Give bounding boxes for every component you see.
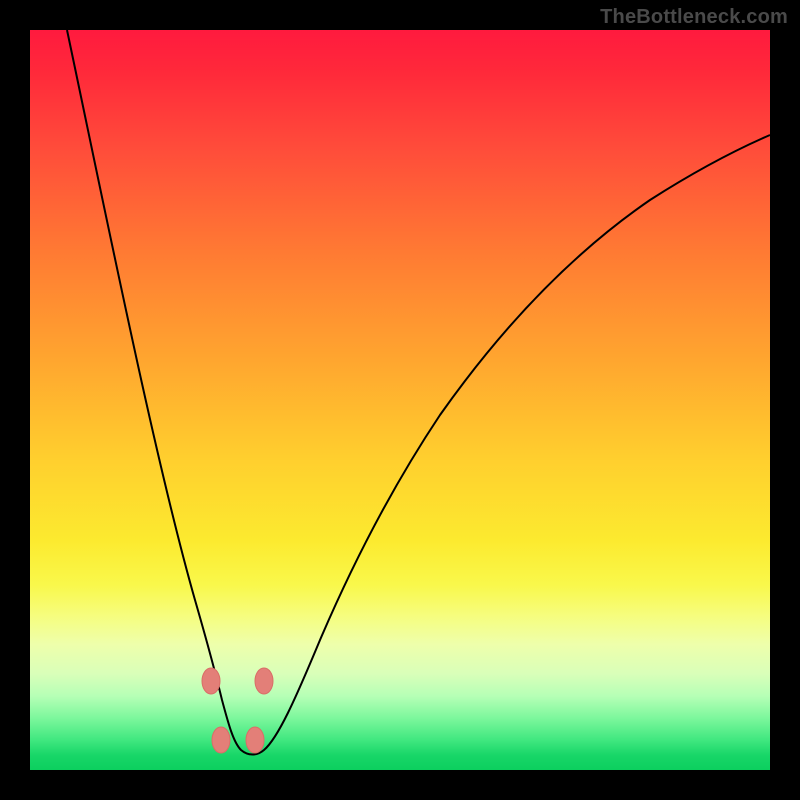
curve-marker (212, 727, 230, 753)
bottleneck-curve (67, 30, 770, 755)
chart-stage: TheBottleneck.com (0, 0, 800, 800)
curve-marker (202, 668, 220, 694)
curve-marker (246, 727, 264, 753)
plot-area (30, 30, 770, 770)
curve-marker (255, 668, 273, 694)
chart-svg (30, 30, 770, 770)
watermark-text: TheBottleneck.com (600, 6, 788, 29)
